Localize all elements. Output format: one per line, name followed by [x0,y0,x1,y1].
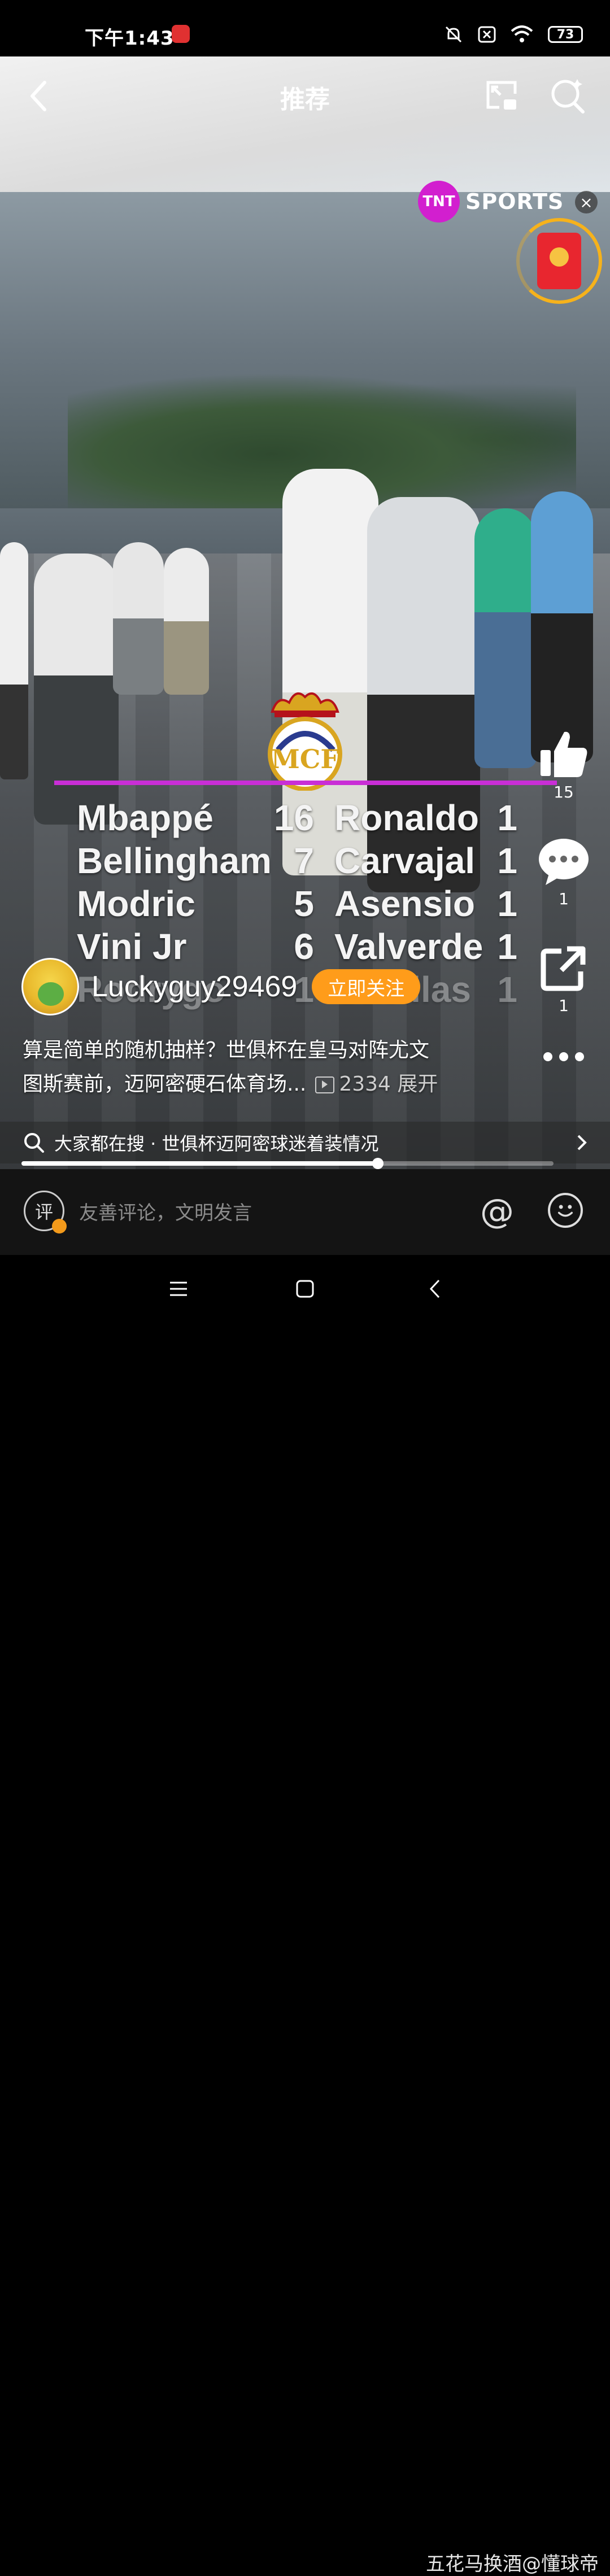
close-ad-button[interactable]: × [575,191,598,213]
more-button[interactable] [541,1050,586,1063]
progress-thumb[interactable] [372,1158,384,1169]
wifi-icon [511,25,533,42]
comment-bar: 评 友善评论，文明发言 @ [0,1169,610,1255]
search-icon [551,79,585,114]
mute-icon [445,26,462,43]
battery-icon: 73 [548,26,583,43]
cast-button[interactable] [483,78,520,114]
chevron-left-icon [429,1279,440,1298]
thumbs-up-icon [541,731,587,777]
follow-button[interactable]: 立即关注 [312,969,421,1004]
score-row: Bellingham 7 Carvajal 1 [77,839,517,882]
player-count: 1 [497,969,517,1010]
square-icon [296,1280,314,1298]
more-dots-icon [543,1052,584,1061]
share-button[interactable]: 1 [539,943,589,1015]
player-name: Bellingham [77,840,272,881]
comment-bubble-icon [539,839,589,885]
score-row: Mbappé 16 Ronaldo 1 [77,796,517,839]
score-row: Modric 5 Asensio 1 [77,882,517,925]
player-count: 5 [294,883,314,924]
comment-input[interactable]: 友善评论，文明发言 [79,1197,252,1225]
author-row: Luckyguy29469 立即关注 [21,958,421,1015]
view-count: 2334 [339,1073,391,1096]
author-name[interactable]: Luckyguy29469 [91,970,297,1004]
player-count: 16 [273,797,314,838]
view-count-group: 2334 展开 [315,1073,438,1096]
fan-figure [531,491,593,762]
video-description[interactable]: 算是简单的随机抽样？世俱杯在皇马对阵尤文 图斯赛前，迈阿密硬石体育场... 233… [23,1034,508,1101]
play-count-icon [315,1076,335,1093]
tnt-badge: TNT [418,181,460,223]
picture-in-picture-icon [486,81,517,110]
menu-icon [170,1282,187,1296]
scoreboard-divider [54,781,557,785]
recents-button[interactable] [162,1272,195,1306]
search-icon [24,1133,44,1153]
like-button[interactable]: 15 [538,729,589,801]
real-madrid-crest: MCF [268,692,342,791]
player-name: Modric [77,883,195,924]
fan-figure [0,542,28,779]
watermark: 五花马换酒@懂球帝 [426,2553,599,2575]
fan-figure [474,508,537,768]
status-time: 下午1:43 [85,27,175,50]
expand-link[interactable]: 展开 [397,1073,438,1096]
status-icons: 73 [444,25,583,44]
search-suggestion-text: 大家都在搜 · 世俱杯迈阿密球迷着装情况 [54,1133,379,1154]
red-packet-icon [537,233,581,289]
share-icon [541,946,586,991]
share-count: 1 [559,996,569,1015]
system-nav-bar: 五花马换酒@懂球帝 [0,1255,610,2575]
progress-fill [21,1161,378,1166]
sim-off-icon [478,26,496,43]
fan-figure [113,542,164,695]
close-icon: × [580,193,593,212]
status-bar: 下午1:43 73 [0,0,610,56]
svg-text:MCF: MCF [271,744,339,774]
search-suggestion-bar[interactable]: 大家都在搜 · 世俱杯迈阿密球迷着装情况 [0,1122,610,1163]
top-nav: 推荐 [0,56,610,136]
check-badge-icon [52,1219,67,1233]
comment-count: 1 [559,890,569,908]
fan-figure [164,548,209,695]
player-name: Carvajal [334,840,476,881]
emoji-icon[interactable] [548,1193,583,1228]
description-line: 算是简单的随机抽样？世俱杯在皇马对阵尤文 [23,1039,430,1062]
chevron-right-icon [577,1135,587,1150]
search-button[interactable] [549,77,586,114]
player-count: 1 [497,797,517,838]
app-notification-icon [172,25,190,43]
player-count: 7 [294,840,314,881]
home-button[interactable] [288,1272,322,1306]
player-name: Asensio [334,883,475,924]
tnt-sports-logo: TNT SPORTS [418,181,564,223]
author-avatar[interactable] [21,958,79,1015]
red-packet-button[interactable] [516,218,602,304]
action-column: 15 1 1 [535,729,592,1099]
video-progress-bar[interactable] [21,1158,554,1169]
battery-level: 73 [556,27,574,42]
description-line-2: 图斯赛前，迈阿密硬石体育场... 2334 展开 [23,1067,508,1101]
like-count: 15 [554,783,574,801]
description-line: 图斯赛前，迈阿密硬石体育场... [23,1073,307,1096]
player-count: 1 [497,926,517,967]
player-name: Mbappé [77,797,213,838]
system-back-button[interactable] [418,1272,452,1306]
player-count: 1 [497,883,517,924]
player-name: Ronaldo [334,797,479,838]
player-count: 1 [497,840,517,881]
tnt-label: SPORTS [465,189,564,214]
mention-button[interactable]: @ [480,1192,514,1231]
comment-button[interactable]: 1 [538,836,590,908]
